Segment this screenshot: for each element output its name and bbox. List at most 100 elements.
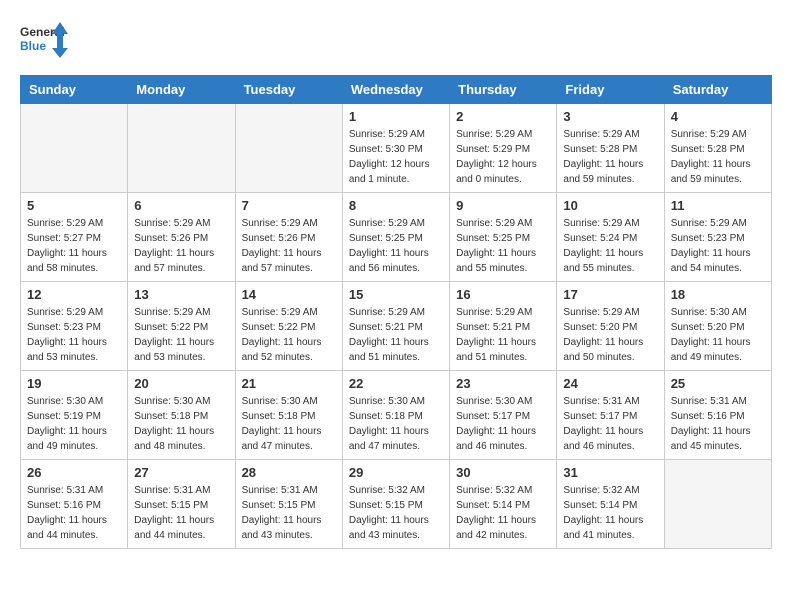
calendar-week-row: 26 Sunrise: 5:31 AM Sunset: 5:16 PM Dayl… xyxy=(21,460,772,549)
calendar-cell: 5 Sunrise: 5:29 AM Sunset: 5:27 PM Dayli… xyxy=(21,193,128,282)
calendar-cell: 11 Sunrise: 5:29 AM Sunset: 5:23 PM Dayl… xyxy=(664,193,771,282)
day-number: 5 xyxy=(27,198,121,213)
day-number: 12 xyxy=(27,287,121,302)
calendar-cell: 22 Sunrise: 5:30 AM Sunset: 5:18 PM Dayl… xyxy=(342,371,449,460)
day-info: Sunrise: 5:29 AM Sunset: 5:30 PM Dayligh… xyxy=(349,127,443,187)
calendar-cell: 19 Sunrise: 5:30 AM Sunset: 5:19 PM Dayl… xyxy=(21,371,128,460)
day-info: Sunrise: 5:29 AM Sunset: 5:28 PM Dayligh… xyxy=(671,127,765,187)
weekday-header: Thursday xyxy=(450,76,557,104)
calendar-cell: 17 Sunrise: 5:29 AM Sunset: 5:20 PM Dayl… xyxy=(557,282,664,371)
logo: General Blue xyxy=(20,20,70,65)
calendar-cell xyxy=(128,104,235,193)
weekday-header: Friday xyxy=(557,76,664,104)
day-info: Sunrise: 5:29 AM Sunset: 5:26 PM Dayligh… xyxy=(134,216,228,276)
calendar-cell: 24 Sunrise: 5:31 AM Sunset: 5:17 PM Dayl… xyxy=(557,371,664,460)
day-info: Sunrise: 5:29 AM Sunset: 5:28 PM Dayligh… xyxy=(563,127,657,187)
calendar-cell: 8 Sunrise: 5:29 AM Sunset: 5:25 PM Dayli… xyxy=(342,193,449,282)
day-info: Sunrise: 5:31 AM Sunset: 5:16 PM Dayligh… xyxy=(671,394,765,454)
day-info: Sunrise: 5:29 AM Sunset: 5:25 PM Dayligh… xyxy=(349,216,443,276)
day-number: 2 xyxy=(456,109,550,124)
calendar-cell: 16 Sunrise: 5:29 AM Sunset: 5:21 PM Dayl… xyxy=(450,282,557,371)
calendar-cell: 26 Sunrise: 5:31 AM Sunset: 5:16 PM Dayl… xyxy=(21,460,128,549)
day-info: Sunrise: 5:30 AM Sunset: 5:19 PM Dayligh… xyxy=(27,394,121,454)
calendar-cell: 28 Sunrise: 5:31 AM Sunset: 5:15 PM Dayl… xyxy=(235,460,342,549)
day-number: 31 xyxy=(563,465,657,480)
day-info: Sunrise: 5:29 AM Sunset: 5:23 PM Dayligh… xyxy=(27,305,121,365)
day-number: 14 xyxy=(242,287,336,302)
day-number: 19 xyxy=(27,376,121,391)
calendar-cell xyxy=(21,104,128,193)
calendar-cell: 4 Sunrise: 5:29 AM Sunset: 5:28 PM Dayli… xyxy=(664,104,771,193)
day-number: 30 xyxy=(456,465,550,480)
calendar-cell xyxy=(664,460,771,549)
calendar-cell: 20 Sunrise: 5:30 AM Sunset: 5:18 PM Dayl… xyxy=(128,371,235,460)
day-number: 17 xyxy=(563,287,657,302)
day-info: Sunrise: 5:30 AM Sunset: 5:18 PM Dayligh… xyxy=(134,394,228,454)
weekday-header: Saturday xyxy=(664,76,771,104)
svg-text:Blue: Blue xyxy=(20,39,46,53)
calendar-week-row: 19 Sunrise: 5:30 AM Sunset: 5:19 PM Dayl… xyxy=(21,371,772,460)
day-info: Sunrise: 5:29 AM Sunset: 5:22 PM Dayligh… xyxy=(242,305,336,365)
calendar-cell: 10 Sunrise: 5:29 AM Sunset: 5:24 PM Dayl… xyxy=(557,193,664,282)
calendar-table: SundayMondayTuesdayWednesdayThursdayFrid… xyxy=(20,75,772,549)
calendar-cell: 14 Sunrise: 5:29 AM Sunset: 5:22 PM Dayl… xyxy=(235,282,342,371)
weekday-header-row: SundayMondayTuesdayWednesdayThursdayFrid… xyxy=(21,76,772,104)
calendar-cell: 3 Sunrise: 5:29 AM Sunset: 5:28 PM Dayli… xyxy=(557,104,664,193)
day-number: 7 xyxy=(242,198,336,213)
day-number: 28 xyxy=(242,465,336,480)
calendar-cell: 18 Sunrise: 5:30 AM Sunset: 5:20 PM Dayl… xyxy=(664,282,771,371)
logo-icon: General Blue xyxy=(20,20,70,65)
weekday-header: Tuesday xyxy=(235,76,342,104)
day-info: Sunrise: 5:31 AM Sunset: 5:15 PM Dayligh… xyxy=(134,483,228,543)
day-number: 1 xyxy=(349,109,443,124)
day-number: 13 xyxy=(134,287,228,302)
day-number: 22 xyxy=(349,376,443,391)
day-number: 9 xyxy=(456,198,550,213)
calendar-week-row: 12 Sunrise: 5:29 AM Sunset: 5:23 PM Dayl… xyxy=(21,282,772,371)
day-info: Sunrise: 5:32 AM Sunset: 5:14 PM Dayligh… xyxy=(563,483,657,543)
day-number: 6 xyxy=(134,198,228,213)
day-number: 20 xyxy=(134,376,228,391)
calendar-week-row: 5 Sunrise: 5:29 AM Sunset: 5:27 PM Dayli… xyxy=(21,193,772,282)
day-info: Sunrise: 5:29 AM Sunset: 5:21 PM Dayligh… xyxy=(349,305,443,365)
calendar-cell: 13 Sunrise: 5:29 AM Sunset: 5:22 PM Dayl… xyxy=(128,282,235,371)
page-header: General Blue xyxy=(20,20,772,65)
day-info: Sunrise: 5:30 AM Sunset: 5:18 PM Dayligh… xyxy=(242,394,336,454)
day-info: Sunrise: 5:30 AM Sunset: 5:20 PM Dayligh… xyxy=(671,305,765,365)
weekday-header: Wednesday xyxy=(342,76,449,104)
day-info: Sunrise: 5:29 AM Sunset: 5:25 PM Dayligh… xyxy=(456,216,550,276)
day-info: Sunrise: 5:30 AM Sunset: 5:17 PM Dayligh… xyxy=(456,394,550,454)
day-number: 18 xyxy=(671,287,765,302)
day-number: 16 xyxy=(456,287,550,302)
calendar-cell: 21 Sunrise: 5:30 AM Sunset: 5:18 PM Dayl… xyxy=(235,371,342,460)
calendar-cell: 7 Sunrise: 5:29 AM Sunset: 5:26 PM Dayli… xyxy=(235,193,342,282)
day-info: Sunrise: 5:29 AM Sunset: 5:23 PM Dayligh… xyxy=(671,216,765,276)
calendar-cell: 2 Sunrise: 5:29 AM Sunset: 5:29 PM Dayli… xyxy=(450,104,557,193)
day-number: 10 xyxy=(563,198,657,213)
day-info: Sunrise: 5:29 AM Sunset: 5:21 PM Dayligh… xyxy=(456,305,550,365)
day-info: Sunrise: 5:32 AM Sunset: 5:14 PM Dayligh… xyxy=(456,483,550,543)
day-number: 25 xyxy=(671,376,765,391)
day-number: 23 xyxy=(456,376,550,391)
day-number: 21 xyxy=(242,376,336,391)
day-number: 26 xyxy=(27,465,121,480)
day-number: 4 xyxy=(671,109,765,124)
day-info: Sunrise: 5:31 AM Sunset: 5:17 PM Dayligh… xyxy=(563,394,657,454)
weekday-header: Sunday xyxy=(21,76,128,104)
calendar-cell: 25 Sunrise: 5:31 AM Sunset: 5:16 PM Dayl… xyxy=(664,371,771,460)
day-number: 24 xyxy=(563,376,657,391)
calendar-cell: 31 Sunrise: 5:32 AM Sunset: 5:14 PM Dayl… xyxy=(557,460,664,549)
day-info: Sunrise: 5:29 AM Sunset: 5:27 PM Dayligh… xyxy=(27,216,121,276)
calendar-cell: 1 Sunrise: 5:29 AM Sunset: 5:30 PM Dayli… xyxy=(342,104,449,193)
calendar-cell xyxy=(235,104,342,193)
day-info: Sunrise: 5:30 AM Sunset: 5:18 PM Dayligh… xyxy=(349,394,443,454)
calendar-cell: 9 Sunrise: 5:29 AM Sunset: 5:25 PM Dayli… xyxy=(450,193,557,282)
day-info: Sunrise: 5:29 AM Sunset: 5:29 PM Dayligh… xyxy=(456,127,550,187)
day-number: 3 xyxy=(563,109,657,124)
calendar-cell: 23 Sunrise: 5:30 AM Sunset: 5:17 PM Dayl… xyxy=(450,371,557,460)
day-number: 8 xyxy=(349,198,443,213)
calendar-cell: 27 Sunrise: 5:31 AM Sunset: 5:15 PM Dayl… xyxy=(128,460,235,549)
day-info: Sunrise: 5:32 AM Sunset: 5:15 PM Dayligh… xyxy=(349,483,443,543)
day-number: 15 xyxy=(349,287,443,302)
calendar-cell: 6 Sunrise: 5:29 AM Sunset: 5:26 PM Dayli… xyxy=(128,193,235,282)
